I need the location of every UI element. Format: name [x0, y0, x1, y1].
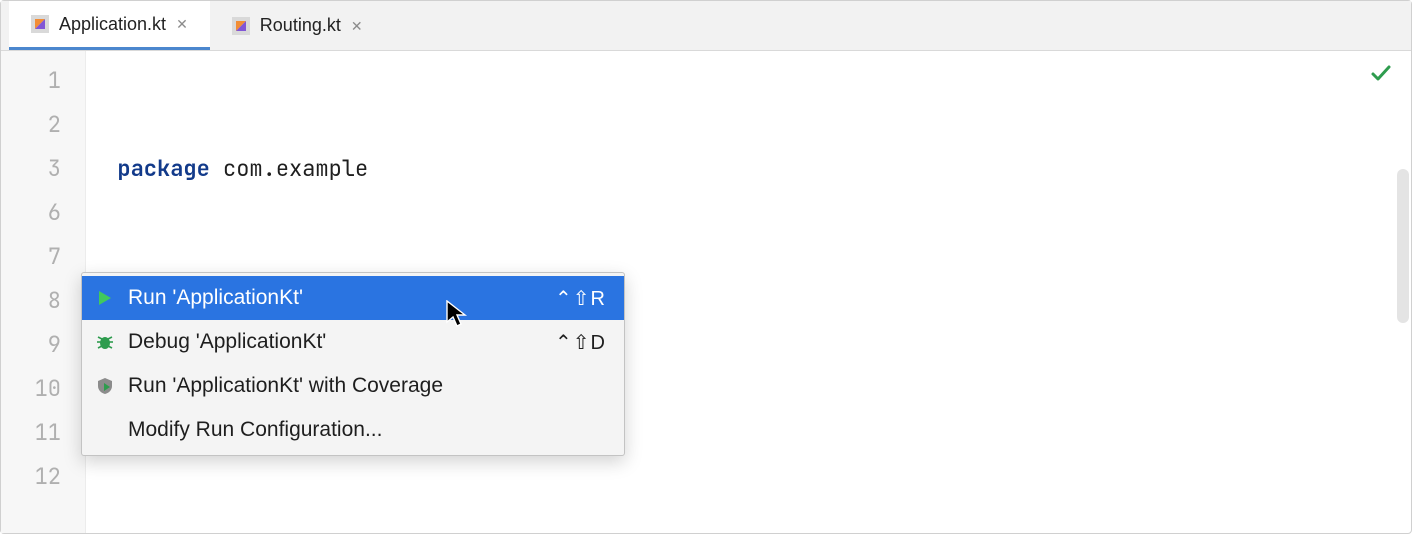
- tab-label: Routing.kt: [260, 15, 341, 36]
- line-number: 12: [1, 455, 61, 499]
- keyword: package: [117, 154, 209, 183]
- bug-icon: [94, 333, 116, 351]
- kotlin-file-icon: [31, 15, 49, 33]
- menu-item-run[interactable]: Run 'ApplicationKt' ⌃⇧R: [82, 276, 624, 320]
- menu-item-run-coverage[interactable]: Run 'ApplicationKt' with Coverage: [82, 364, 624, 408]
- kotlin-file-icon: [232, 17, 250, 35]
- menu-label: Run 'ApplicationKt' with Coverage: [128, 374, 606, 398]
- editor-tabs: Application.kt ✕ Routing.kt ✕: [1, 1, 1411, 51]
- menu-shortcut: ⌃⇧D: [555, 330, 606, 355]
- run-context-menu: Run 'ApplicationKt' ⌃⇧R Debug 'Applicati…: [81, 272, 625, 456]
- line-number: 1: [1, 59, 61, 103]
- package-name: com.example: [223, 154, 368, 183]
- tab-label: Application.kt: [59, 14, 166, 35]
- menu-item-modify-config[interactable]: Modify Run Configuration...: [82, 408, 624, 452]
- line-number: 6: [1, 191, 61, 235]
- menu-shortcut: ⌃⇧R: [555, 286, 606, 311]
- line-number: 3: [1, 147, 61, 191]
- line-number: 7: [1, 235, 61, 279]
- menu-item-debug[interactable]: Debug 'ApplicationKt' ⌃⇧D: [82, 320, 624, 364]
- code-line: package com.example: [91, 147, 1411, 191]
- close-icon[interactable]: ✕: [351, 19, 363, 33]
- tab-application[interactable]: Application.kt ✕: [9, 1, 210, 50]
- coverage-icon: [94, 377, 116, 395]
- line-number: 11: [1, 411, 61, 455]
- line-number: 2: [1, 103, 61, 147]
- menu-label: Run 'ApplicationKt': [128, 286, 543, 310]
- run-icon: [94, 290, 116, 306]
- menu-label: Modify Run Configuration...: [128, 418, 606, 442]
- line-number: 10: [1, 367, 61, 411]
- menu-label: Debug 'ApplicationKt': [128, 330, 543, 354]
- tab-routing[interactable]: Routing.kt ✕: [210, 1, 385, 50]
- line-number-gutter: 1 2 3 6 7 8 9 10 11 12: [1, 51, 86, 533]
- close-icon[interactable]: ✕: [176, 17, 188, 31]
- line-number: 9: [1, 323, 61, 367]
- line-number: 8: [1, 279, 61, 323]
